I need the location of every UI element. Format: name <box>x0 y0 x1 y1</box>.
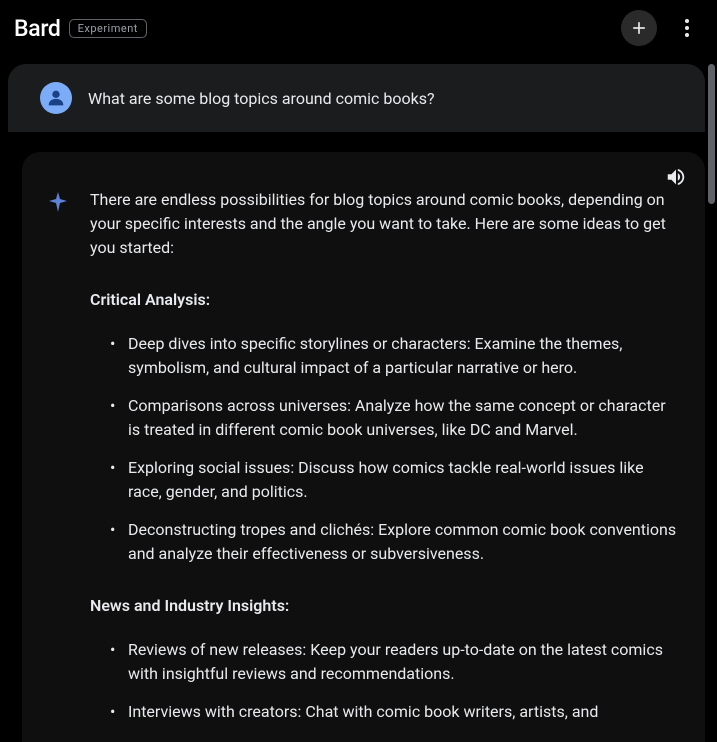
bullet-list: Deep dives into specific storylines or c… <box>90 332 681 566</box>
audio-button[interactable] <box>665 166 687 192</box>
chat-scroll-container: What are some blog topics around comic b… <box>0 56 717 742</box>
section-heading: Critical Analysis: <box>90 288 681 312</box>
bard-sparkle-icon <box>46 190 70 214</box>
new-chat-button[interactable] <box>621 10 657 46</box>
response-content: There are endless possibilities for blog… <box>46 172 681 742</box>
response-section: Critical Analysis: Deep dives into speci… <box>90 288 681 566</box>
list-item: Reviews of new releases: Keep your reade… <box>110 638 681 686</box>
response-body: There are endless possibilities for blog… <box>90 188 681 742</box>
brand-name: Bard <box>14 15 61 42</box>
section-heading: News and Industry Insights: <box>90 594 681 618</box>
list-item: Comparisons across universes: Analyze ho… <box>110 394 681 442</box>
response-section: News and Industry Insights: Reviews of n… <box>90 594 681 724</box>
more-options-button[interactable] <box>669 10 705 46</box>
user-avatar <box>40 82 72 114</box>
list-item: Interviews with creators: Chat with comi… <box>110 700 681 724</box>
volume-icon <box>665 166 687 188</box>
header: Bard Experiment <box>0 0 717 56</box>
more-vertical-icon <box>685 19 689 37</box>
user-message: What are some blog topics around comic b… <box>8 64 705 132</box>
person-icon <box>45 87 67 109</box>
bullet-list: Reviews of new releases: Keep your reade… <box>90 638 681 724</box>
header-right <box>621 10 705 46</box>
list-item: Deconstructing tropes and clichés: Explo… <box>110 518 681 566</box>
header-left: Bard Experiment <box>14 15 147 42</box>
plus-icon <box>629 18 649 38</box>
response-intro: There are endless possibilities for blog… <box>90 188 681 260</box>
list-item: Exploring social issues: Discuss how com… <box>110 456 681 504</box>
list-item: Deep dives into specific storylines or c… <box>110 332 681 380</box>
scrollbar-thumb[interactable] <box>708 64 715 204</box>
user-message-text: What are some blog topics around comic b… <box>88 89 435 108</box>
response-card: There are endless possibilities for blog… <box>22 152 705 742</box>
experiment-badge: Experiment <box>69 19 147 38</box>
